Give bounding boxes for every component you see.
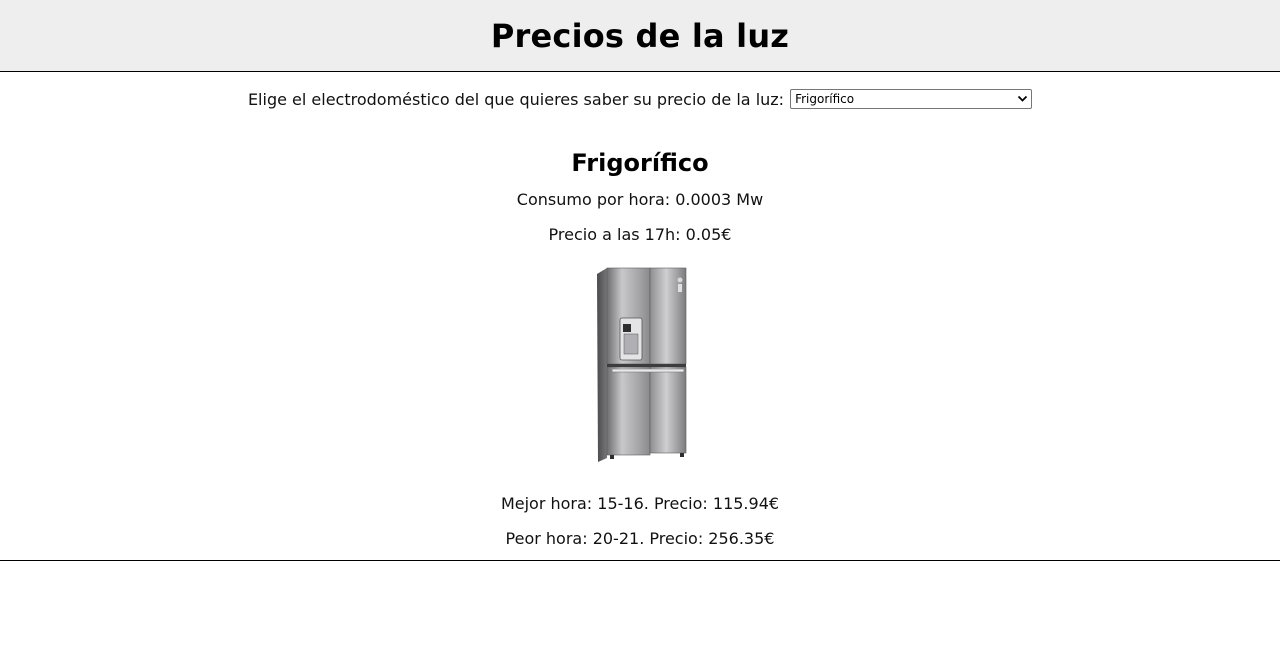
appliance-details: Frigorífico Consumo por hora: 0.0003 Mw … xyxy=(0,144,1280,556)
page-header: Precios de la luz xyxy=(0,0,1280,72)
worst-hour-text: Peor hora: 20-21. Precio: 256.35€ xyxy=(505,529,775,548)
chevron-down-icon xyxy=(1017,95,1028,103)
appliance-chooser: Elige el electrodoméstico del que quiere… xyxy=(0,72,1280,126)
appliance-select-value: Frigorífico xyxy=(795,92,855,106)
footer-divider xyxy=(0,560,1280,561)
appliance-select[interactable]: Frigorífico xyxy=(790,89,1033,109)
best-hour-text: Mejor hora: 15-16. Precio: 115.94€ xyxy=(500,494,780,513)
appliance-select-label: Elige el electrodoméstico del que quiere… xyxy=(247,89,785,109)
consumption-text: Consumo por hora: 0.0003 Mw xyxy=(516,190,764,209)
page-title: Precios de la luz xyxy=(490,16,790,55)
appliance-name: Frigorífico xyxy=(571,149,709,177)
current-price-text: Precio a las 17h: 0.05€ xyxy=(548,225,732,244)
refrigerator-image xyxy=(0,266,1280,486)
